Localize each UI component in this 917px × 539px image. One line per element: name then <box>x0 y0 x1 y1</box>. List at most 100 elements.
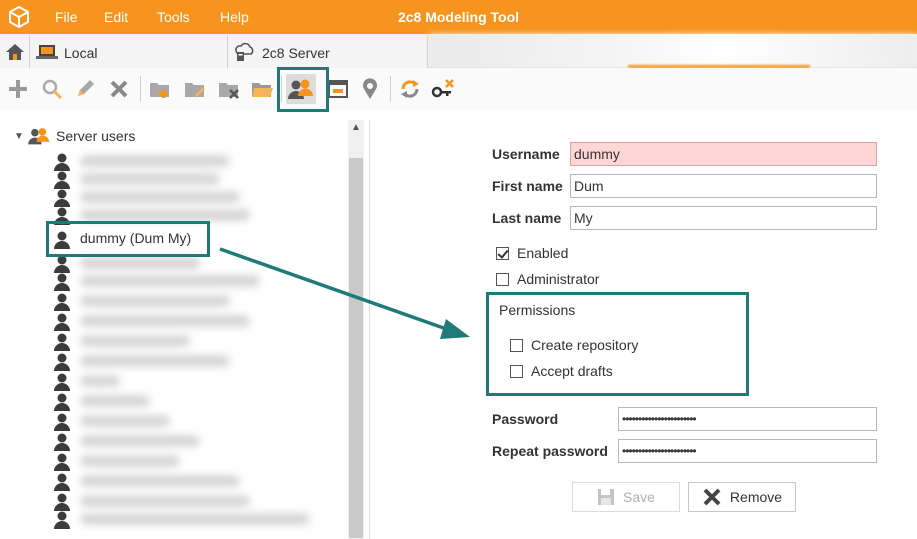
delete-button[interactable] <box>104 74 134 104</box>
user-row[interactable] <box>54 330 314 352</box>
user-row[interactable] <box>54 508 314 530</box>
blurred-user-name <box>80 495 250 507</box>
password-field[interactable]: ••••••••••••••••••••••• <box>618 407 877 431</box>
remove-button[interactable]: Remove <box>688 482 796 512</box>
blurred-user-name <box>80 455 180 467</box>
tab-2c8-server-label: 2c8 Server <box>262 45 330 61</box>
user-tree: ▼ Server users dummy (Dum My) <box>0 120 348 539</box>
user-row[interactable] <box>54 390 314 412</box>
administrator-checkbox-row[interactable]: Administrator <box>496 269 599 289</box>
save-button-label: Save <box>623 489 655 505</box>
create-repository-row[interactable]: Create repository <box>510 335 638 355</box>
toolbar-separator <box>140 76 141 102</box>
delete-folder-icon <box>219 83 239 99</box>
tab-2c8-server[interactable]: 2c8 Server <box>228 36 428 68</box>
user-row[interactable] <box>54 350 314 372</box>
user-icon <box>54 273 70 291</box>
enabled-checkbox[interactable] <box>496 246 509 260</box>
user-row[interactable] <box>54 430 314 452</box>
tab-bar: Local 2c8 Server <box>0 34 917 68</box>
administrator-checkbox[interactable] <box>496 272 509 286</box>
toolbar-highlight <box>277 67 329 112</box>
user-icon <box>54 313 70 331</box>
save-icon <box>598 489 615 505</box>
create-repository-checkbox[interactable] <box>510 338 523 352</box>
menu-file[interactable]: File <box>55 0 78 34</box>
laptop-icon <box>36 45 58 59</box>
tab-local-label: Local <box>64 45 98 61</box>
user-row[interactable] <box>54 470 314 492</box>
blurred-user-name <box>80 475 240 487</box>
accept-drafts-label: Accept drafts <box>531 363 613 379</box>
tab-home[interactable] <box>0 36 30 68</box>
blurred-user-name <box>80 209 250 221</box>
last-name-label: Last name <box>492 210 562 226</box>
toolbar <box>0 68 917 110</box>
username-field[interactable] <box>570 142 877 166</box>
blurred-user-name <box>80 191 240 203</box>
blurred-user-name <box>80 415 170 427</box>
open-folder-icon <box>252 83 273 97</box>
menu-help[interactable]: Help <box>220 0 249 34</box>
edit-folder-icon <box>185 83 205 98</box>
user-row[interactable] <box>54 370 314 392</box>
blurred-user-name <box>80 315 250 327</box>
delete-folder-button[interactable] <box>214 74 244 104</box>
user-row[interactable] <box>54 310 314 332</box>
repeat-password-label: Repeat password <box>492 443 608 459</box>
add-icon <box>9 80 27 98</box>
user-icon <box>54 473 70 491</box>
key-remove-button[interactable] <box>428 74 458 104</box>
user-icon <box>54 353 70 371</box>
new-folder-button[interactable] <box>145 74 175 104</box>
tab-local[interactable]: Local <box>30 36 228 68</box>
window-icon <box>328 80 348 98</box>
sync-icon <box>401 80 419 98</box>
blurred-user-name <box>80 335 190 347</box>
user-icon <box>54 373 70 391</box>
menu-edit[interactable]: Edit <box>104 0 128 34</box>
chevron-down-icon[interactable]: ▼ <box>14 131 28 142</box>
enabled-checkbox-row[interactable]: Enabled <box>496 243 568 263</box>
title-bar: File Edit Tools Help 2c8 Modeling Tool <box>0 0 917 34</box>
user-icon <box>54 511 70 529</box>
first-name-field[interactable] <box>570 174 877 198</box>
user-icon <box>54 293 70 311</box>
menu-tools[interactable]: Tools <box>157 0 190 34</box>
accept-drafts-checkbox[interactable] <box>510 364 523 378</box>
scroll-thumb[interactable] <box>349 158 363 538</box>
administrator-label: Administrator <box>517 271 600 287</box>
user-row[interactable] <box>54 270 314 292</box>
edit-folder-button[interactable] <box>180 74 210 104</box>
user-icon <box>54 333 70 351</box>
user-icon <box>54 413 70 431</box>
delete-icon <box>110 80 128 98</box>
location-pin-button[interactable] <box>355 74 385 104</box>
server-users-icon <box>28 128 49 145</box>
open-folder-button[interactable] <box>247 74 277 104</box>
panel-splitter[interactable] <box>364 120 370 539</box>
first-name-label: First name <box>492 178 563 194</box>
user-row[interactable] <box>54 290 314 312</box>
blurred-user-name <box>80 257 200 269</box>
user-icon <box>54 433 70 451</box>
sync-button[interactable] <box>395 74 425 104</box>
tree-root-label: Server users <box>56 128 136 144</box>
save-button[interactable]: Save <box>572 482 680 512</box>
edit-icon <box>78 80 94 96</box>
user-row[interactable] <box>54 450 314 472</box>
tree-scrollbar[interactable]: ▲ <box>348 120 364 539</box>
accept-drafts-row[interactable]: Accept drafts <box>510 361 613 381</box>
repeat-password-field[interactable]: ••••••••••••••••••••••• <box>618 439 877 463</box>
tree-root-server-users[interactable]: ▼ Server users <box>14 126 135 146</box>
remove-icon <box>703 488 721 506</box>
search-button[interactable] <box>37 74 67 104</box>
username-label: Username <box>492 146 560 162</box>
search-icon <box>42 79 63 100</box>
user-row[interactable] <box>54 410 314 432</box>
last-name-field[interactable] <box>570 206 877 230</box>
password-label: Password <box>492 411 559 427</box>
edit-button[interactable] <box>70 74 100 104</box>
add-button[interactable] <box>3 74 33 104</box>
scroll-up-icon[interactable]: ▲ <box>348 122 364 134</box>
